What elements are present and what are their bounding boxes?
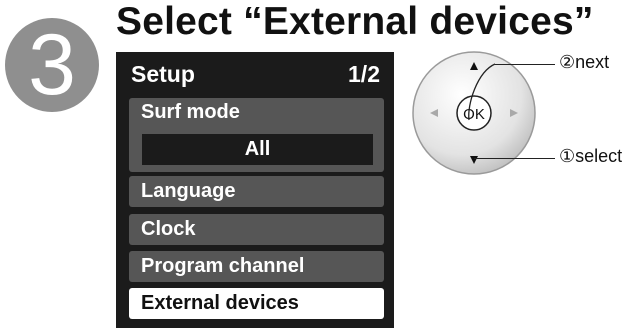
menu-title: Setup xyxy=(131,61,195,87)
step-title: Select “External devices” xyxy=(116,0,594,43)
menu-item-program-channel[interactable]: Program channel xyxy=(129,251,384,282)
surf-mode-value[interactable]: All xyxy=(142,134,373,165)
menu-item-clock[interactable]: Clock xyxy=(129,214,384,245)
menu-item-external-devices[interactable]: External devices xyxy=(129,288,384,319)
menu-item-language[interactable]: Language xyxy=(129,176,384,207)
next-label: ②next xyxy=(559,52,610,72)
select-label: ①select xyxy=(559,146,623,166)
surf-mode-label: Surf mode xyxy=(141,101,240,123)
remote-pad-illustration: OK xyxy=(412,51,536,175)
next-leader-line xyxy=(495,64,555,65)
remote-control-pad: OK xyxy=(411,50,541,185)
svg-text:OK: OK xyxy=(463,106,485,123)
menu-item-surf-mode[interactable]: Surf mode All xyxy=(129,98,384,172)
setup-menu: Setup 1/2 Surf mode All Language Clock P… xyxy=(116,52,394,328)
step-number: 3 xyxy=(28,17,76,113)
step-number-badge: 3 xyxy=(5,18,99,112)
menu-page-indicator: 1/2 xyxy=(348,61,380,87)
menu-header: Setup 1/2 xyxy=(116,52,394,96)
select-leader-line xyxy=(474,158,555,159)
